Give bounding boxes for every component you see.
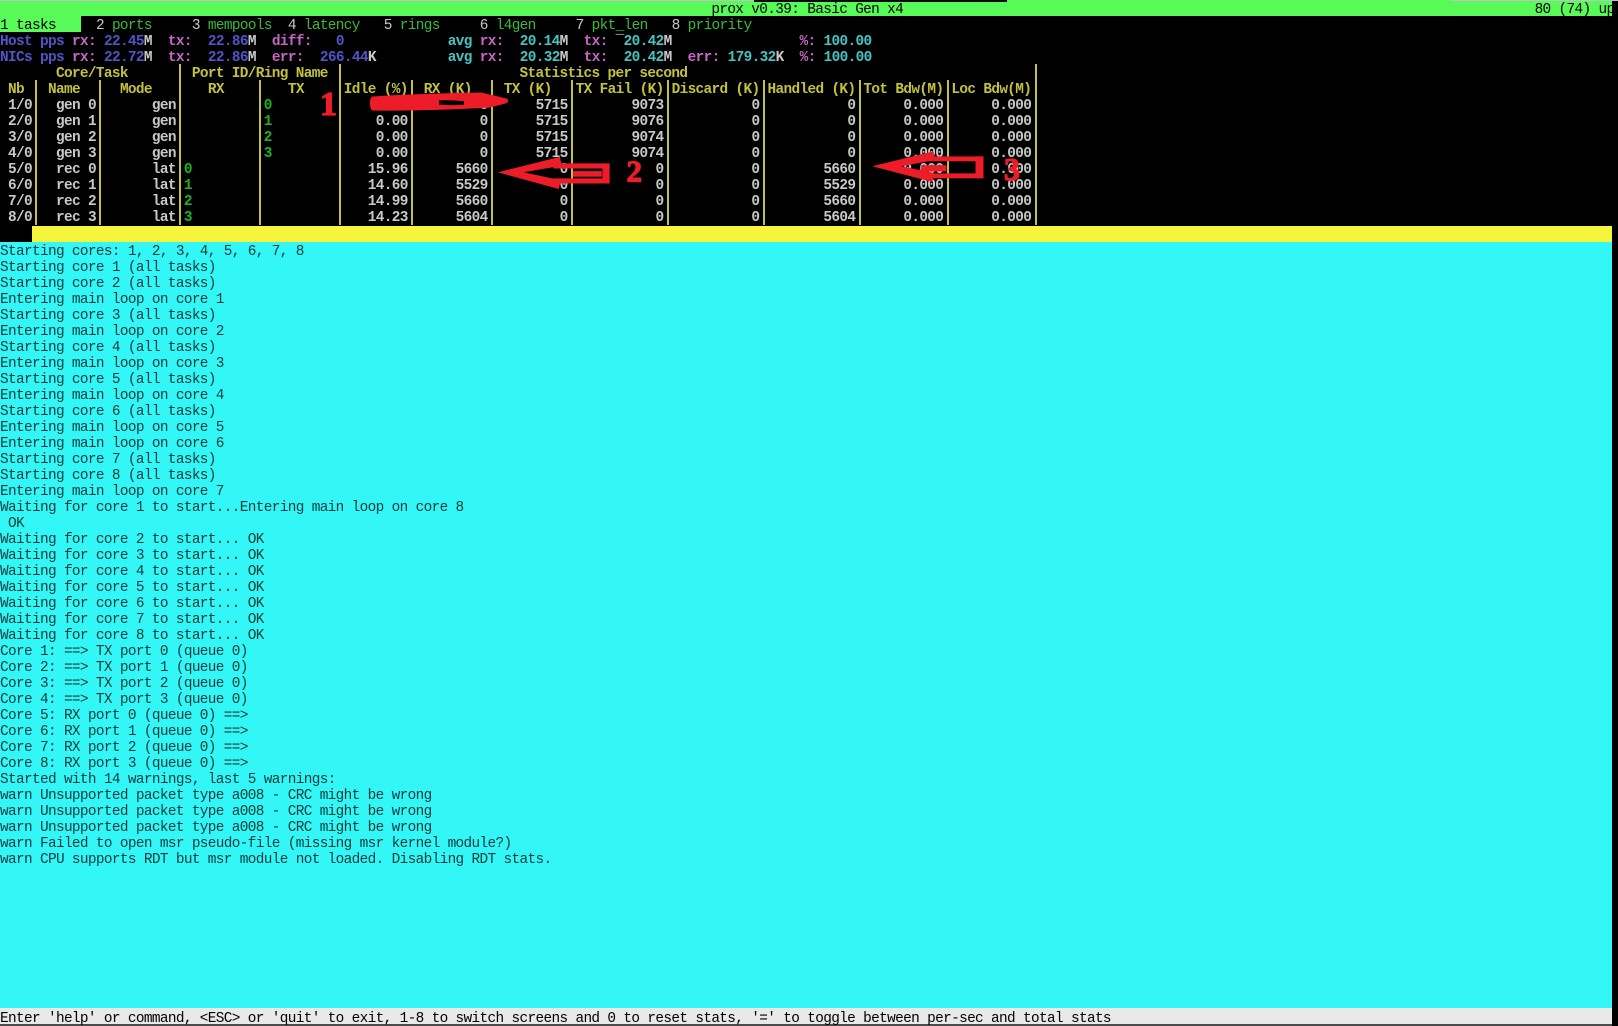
svg-text:1: 1 <box>320 86 337 123</box>
svg-text:3: 3 <box>1004 151 1020 187</box>
svg-text:2: 2 <box>627 153 643 188</box>
